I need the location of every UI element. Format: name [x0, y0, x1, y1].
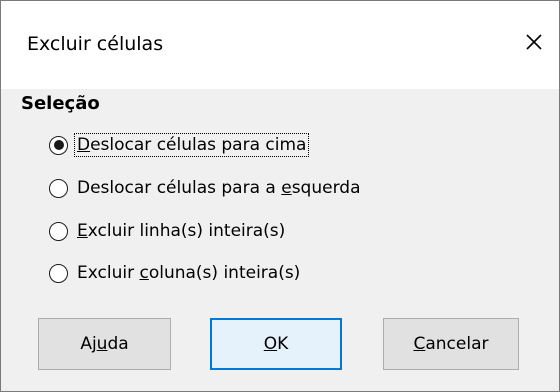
option-delete-entire-rows[interactable]: Excluir linha(s) inteira(s): [49, 216, 287, 246]
option-shift-cells-up[interactable]: Deslocar células para cima: [49, 130, 310, 160]
radio-shift-cells-up[interactable]: [49, 135, 68, 155]
radio-delete-entire-columns[interactable]: [49, 263, 68, 283]
option-label: Excluir coluna(s) inteira(s): [77, 263, 301, 283]
radio-selected-dot: [53, 140, 64, 150]
option-label: Deslocar células para cima: [73, 133, 310, 157]
option-label: Excluir linha(s) inteira(s): [77, 221, 286, 241]
ok-button[interactable]: OK: [210, 318, 342, 370]
help-button[interactable]: Aj u da: [38, 318, 171, 370]
radio-shift-cells-left[interactable]: [49, 178, 68, 198]
radio-delete-entire-rows[interactable]: [49, 221, 68, 241]
cancel-button[interactable]: Cancelar: [383, 318, 519, 370]
close-icon: [526, 34, 542, 50]
option-delete-entire-columns[interactable]: Excluir coluna(s) inteira(s): [49, 258, 302, 288]
close-button[interactable]: [519, 27, 549, 57]
delete-cells-dialog: Excluir células Seleção Deslocar células…: [0, 0, 560, 392]
dialog-title: Excluir células: [27, 33, 164, 55]
selection-heading: Seleção: [21, 93, 100, 114]
option-shift-cells-left[interactable]: Deslocar células para a esquerda: [49, 173, 362, 203]
title-bar: Excluir células: [1, 1, 559, 89]
option-label: Deslocar células para a esquerda: [77, 178, 361, 198]
